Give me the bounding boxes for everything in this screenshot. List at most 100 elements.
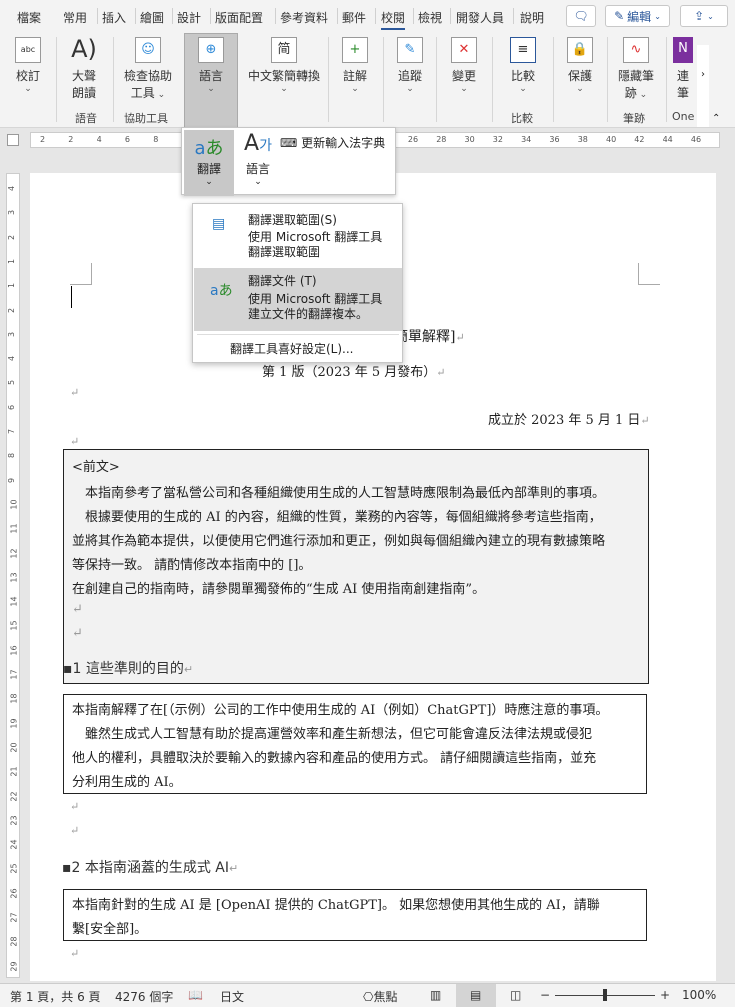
proofing-button[interactable]: abc 校訂 ⌄ xyxy=(8,35,48,94)
web-layout-button[interactable]: ◫ xyxy=(510,988,521,1002)
tab-mailings[interactable]: 郵件 xyxy=(342,9,366,26)
ruler-number: 40 xyxy=(606,135,617,144)
ruler-number: 26 xyxy=(9,888,19,899)
word-count[interactable]: 4276 個字 xyxy=(115,988,173,1005)
changes-button[interactable]: ✕ 變更 ⌄ xyxy=(444,35,484,94)
section-1-line: 分利用生成的 AI。 xyxy=(72,775,182,790)
tab-file[interactable]: 檔案 xyxy=(17,9,41,26)
comments-group-button[interactable]: + 註解 ⌄ xyxy=(335,35,375,94)
translator-preferences-item[interactable]: 翻譯工具喜好設定(L)... xyxy=(230,340,354,357)
page-count[interactable]: 第 1 頁，共 6 頁 xyxy=(10,988,101,1005)
preface-line: 在創建自己的指南時，請參閱單獨發佈的“生成 AI 使用指南創建指南”。 xyxy=(72,582,486,597)
ruler-number: 13 xyxy=(9,572,19,583)
edit-label: 編輯 xyxy=(627,9,652,24)
read-mode-button[interactable]: ▥ xyxy=(430,988,441,1002)
tab-design[interactable]: 設計 xyxy=(177,9,201,26)
preface-line: 本指南參考了當私營公司和各種組織使用生成的人工智慧時應限制為最低內部準則的事項。 xyxy=(72,486,606,501)
ruler-number: 2 xyxy=(7,307,17,313)
proofing-status-icon[interactable]: 📖 xyxy=(188,988,203,1002)
spellcheck-icon: abc xyxy=(15,37,41,63)
chinese-conversion-button[interactable]: 简中文繁簡轉換 ⌄ xyxy=(243,35,325,94)
section-2-heading: ▪2 本指南涵蓋的生成式 AI↵ xyxy=(62,860,239,876)
ruler-number: 44 xyxy=(662,135,673,144)
ruler-number: 4 xyxy=(7,356,17,362)
margin-mark xyxy=(638,263,660,285)
section-1-box: 本指南解釋了在[（示例）公司的工作中使用生成的 AI（例如）ChatGPT]）時… xyxy=(63,694,647,794)
ribbon: abc 校訂 ⌄ A) 大聲 朗讀 語音 ☺ 檢查協助 工具 ⌄ 協助工具 ⊕ 語言 ⌄ 简中文… xyxy=(0,33,735,128)
ruler-number: 2 xyxy=(7,234,17,240)
accessibility-icon: ☺ xyxy=(135,37,161,63)
translate-document-icon: aあ xyxy=(210,283,233,299)
zoom-slider-thumb[interactable] xyxy=(603,989,607,1001)
ruler-number: 30 xyxy=(464,135,475,144)
translate-button[interactable]: aあ 翻譯 ⌄ xyxy=(184,130,234,196)
ruler-number: 17 xyxy=(9,669,19,680)
onenote-button[interactable]: N連筆 xyxy=(670,35,696,101)
chevron-down-icon: ⌄ xyxy=(707,11,714,21)
comments-button[interactable]: 🗨 xyxy=(566,5,596,27)
language-button[interactable]: ⊕ 語言 ⌄ xyxy=(184,35,238,94)
hide-ink-button[interactable]: ∿ 隱藏筆跡 ⌄ xyxy=(612,35,660,101)
ruler-number: 11 xyxy=(9,523,19,534)
doc-established-date: 成立於 2023 年 5 月 1 日↵ xyxy=(488,413,650,428)
editing-mode-button[interactable]: ✎ 編輯 ⌄ xyxy=(605,5,670,27)
zoom-level[interactable]: 100% xyxy=(682,988,716,1002)
tab-help[interactable]: 說明 xyxy=(520,9,544,26)
group-label-compare: 比較 xyxy=(511,112,533,125)
tab-layout[interactable]: 版面配置 xyxy=(215,9,263,26)
ruler-number: 24 xyxy=(9,839,19,850)
share-button[interactable]: ⇪ ⌄ xyxy=(680,5,728,27)
preface-line: 根據要使用的生成的 AI 的內容，組織的性質，業務的內容等，每個組織將參考這些指… xyxy=(72,510,602,525)
tab-developer[interactable]: 開發人員 xyxy=(456,9,504,26)
vertical-ruler[interactable]: 4 3 2 1 1 2 3 4 5 6 7 8 9 10 11 12 13 14 15 16 17 18 19 20 21 22 2… xyxy=(6,173,20,978)
ruler-number: 1 xyxy=(7,258,17,264)
translate-document-item[interactable]: aあ 翻譯文件 (T) 使用 Microsoft 翻譯工具 建立文件的翻譯複本。 xyxy=(194,268,402,331)
ruler-number: 6 xyxy=(124,135,130,144)
print-layout-button[interactable]: ▤ xyxy=(456,984,496,1007)
new-comment-icon: + xyxy=(342,37,368,63)
tab-insert[interactable]: 插入 xyxy=(102,9,126,26)
language-icon: ⊕ xyxy=(198,37,224,63)
translate-selection-item[interactable]: ▤ 翻譯選取範圍(S) 使用 Microsoft 翻譯工具 翻譯選取範圍 xyxy=(194,208,402,266)
tracking-button[interactable]: ✎ 追蹤 ⌄ xyxy=(390,35,430,94)
language-button[interactable]: A가 語言 ⌄ xyxy=(238,130,278,190)
language-status[interactable]: 日文 xyxy=(220,988,244,1005)
accessibility-button[interactable]: ☺ 檢查協助 工具 ⌄ xyxy=(118,35,178,101)
ruler-number: 15 xyxy=(9,620,19,631)
protect-button[interactable]: 🔒 保護 ⌄ xyxy=(560,35,600,94)
tab-view[interactable]: 檢視 xyxy=(418,9,442,26)
section-2-line: 繫[安全部]。 xyxy=(72,922,148,937)
ribbon-scroll-right[interactable]: › xyxy=(697,45,709,127)
margin-mark xyxy=(70,263,92,285)
read-aloud-button[interactable]: A) 大聲 朗讀 xyxy=(63,35,105,101)
ruler-number: 22 xyxy=(9,790,19,802)
preface-line: 並將其作為範本提供，以便使用它們進行添加和更正，例如與每個組織內建立的現有數據策… xyxy=(72,534,606,549)
ruler-number: 46 xyxy=(690,135,702,144)
read-aloud-icon: A) xyxy=(71,35,97,63)
preface-box: <前文> 本指南參考了當私營公司和各種組織使用生成的人工智慧時應限制為最低內部準… xyxy=(63,449,649,684)
tab-draw[interactable]: 繪圖 xyxy=(140,9,164,26)
section-1-line: 他人的權利，具體取決於要輸入的數據內容和產品的使用方式。 請仔細閱讀這些指南，並… xyxy=(72,751,597,766)
tab-home[interactable]: 常用 xyxy=(63,9,87,26)
compare-icon: ≡ xyxy=(510,37,536,63)
translate-icon: aあ xyxy=(194,138,224,159)
compare-button[interactable]: ≡ 比較 ⌄ xyxy=(503,35,543,94)
section-2-box: 本指南針對的生成 AI 是 [OpenAI 提供的 ChatGPT]。 如果您想… xyxy=(63,889,647,941)
collapse-ribbon-icon[interactable]: ⌃ xyxy=(712,113,720,124)
ruler-number: 25 xyxy=(9,863,19,874)
ruler-number: 29 xyxy=(9,961,19,972)
tab-review[interactable]: 校閱 xyxy=(381,9,406,30)
doc-edition: 第 1 版（2023 年 5 月發布）↵ xyxy=(262,365,446,380)
ruler-number: 10 xyxy=(9,499,19,510)
zoom-in-button[interactable]: + xyxy=(660,988,670,1002)
onenote-icon: N xyxy=(673,37,693,63)
tab-selector[interactable] xyxy=(7,134,19,146)
update-ime-dictionary-button[interactable]: ⌨ 更新輸入法字典 xyxy=(280,134,385,151)
status-bar: 第 1 頁，共 6 頁 4276 個字 📖 日文 ⎔焦點 ▥ ▤ ◫ − + 1… xyxy=(0,983,735,1007)
ruler-number: 2 xyxy=(40,135,46,144)
focus-button[interactable]: ⎔焦點 xyxy=(363,988,398,1005)
ruler-number: 23 xyxy=(9,815,19,826)
zoom-out-button[interactable]: − xyxy=(540,988,550,1002)
ruler-number: 38 xyxy=(577,135,588,144)
tab-references[interactable]: 參考資料 xyxy=(280,9,328,26)
